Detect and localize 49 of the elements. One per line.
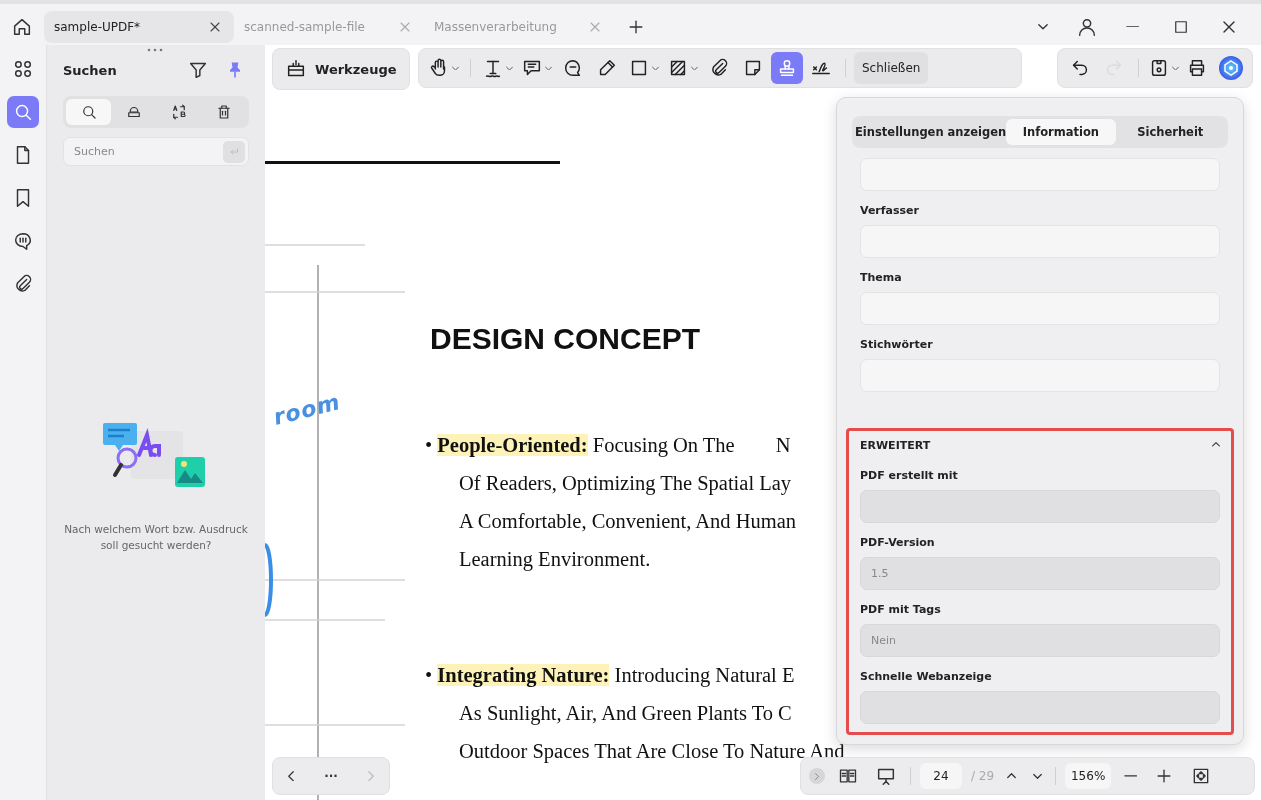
field-label: PDF erstellt mit: [860, 469, 959, 482]
minimize-icon: [1126, 25, 1140, 28]
document-text-line: As Sunlight, Air, And Green Plants To C: [458, 701, 792, 727]
document-text-line: A Comfortable, Convenient, And Human: [458, 509, 797, 534]
field-label: Schnelle Webanzeige: [860, 670, 993, 683]
document-text-line: • Integrating Nature: Introducing Natural E: [425, 663, 795, 689]
empty-search-hint: Nach welchem Wort bzw. Ausdruck soll gesucht werden?: [63, 522, 249, 553]
properties-tab[interactable]: Einstellungen anzeigen: [855, 119, 1007, 145]
search-field[interactable]: Suchen: [63, 137, 249, 166]
chevron-left-icon: [288, 770, 295, 782]
speech-bubble-icon: [12, 230, 34, 252]
minus-icon: [1124, 775, 1138, 777]
tab-title: scanned-sample-file: [244, 19, 365, 34]
section-title: ERWEITERT: [860, 438, 931, 452]
field-label: PDF-Version: [860, 536, 936, 549]
field-value: Nein: [871, 634, 897, 647]
collapse-toggle[interactable]: [1212, 442, 1220, 448]
tab-title: Massenverarbeitung: [434, 19, 557, 34]
close-tools-button[interactable]: Schließen: [854, 52, 929, 84]
document-text-line: Of Readers, Optimizing The Spatial Lay: [458, 471, 792, 497]
handwritten-note: room: [271, 389, 344, 430]
chevron-up-icon: [1007, 773, 1017, 779]
chevron-down-icon: [1038, 23, 1048, 30]
drag-handle-icon[interactable]: [147, 48, 163, 52]
chevron-icon: [1212, 442, 1220, 448]
document-text-line: • People-Oriented: Focusing On The N: [425, 433, 791, 459]
page-total: / 29: [971, 769, 995, 783]
tools-button[interactable]: Werkzeuge: [272, 48, 410, 90]
page-number-field[interactable]: 24: [920, 763, 962, 789]
chevron-right-icon: [815, 772, 819, 780]
properties-tab[interactable]: Information: [1006, 119, 1116, 145]
chevron-down-icon: [1033, 773, 1043, 779]
document-heading: DESIGN CONCEPT: [430, 322, 701, 356]
document-tab[interactable]: sample-UPDF*: [44, 10, 234, 43]
field-label: Thema: [860, 271, 903, 284]
document-text-line: Learning Environment.: [458, 547, 651, 573]
chevron-right-icon: [367, 770, 374, 782]
field-label: Stichwörter: [860, 338, 934, 351]
search-mode-tab[interactable]: [66, 99, 111, 125]
grid-icon: [12, 58, 34, 80]
more-button[interactable]: ···: [320, 765, 342, 787]
field-label: PDF mit Tags: [860, 603, 942, 616]
tab-title: sample-UPDF*: [54, 19, 141, 34]
zoom-field[interactable]: 156%: [1065, 763, 1112, 789]
field-value: 1.5: [871, 567, 889, 580]
panel-title: Suchen: [63, 62, 118, 78]
field-label: Verfasser: [860, 204, 920, 217]
ai-logo-icon: [1218, 55, 1244, 81]
properties-tab[interactable]: Sicherheit: [1115, 119, 1225, 145]
